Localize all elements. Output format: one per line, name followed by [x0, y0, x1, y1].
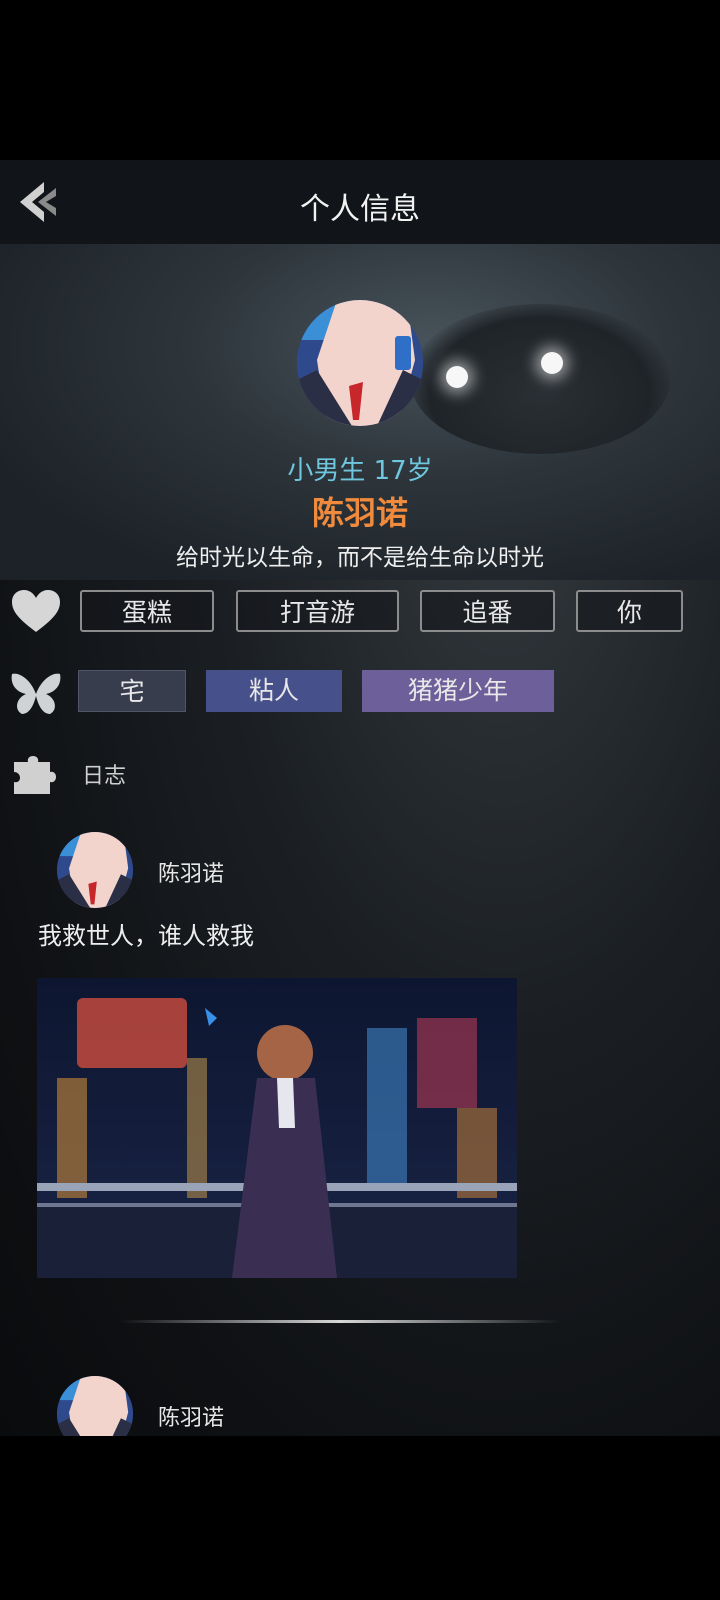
creature-eye-right	[541, 352, 563, 374]
profile-avatar[interactable]	[297, 300, 423, 426]
post-image[interactable]	[37, 978, 517, 1278]
trait-tag-otaku[interactable]: 宅	[78, 670, 186, 712]
heart-icon	[12, 590, 60, 632]
page-title: 个人信息	[300, 192, 420, 227]
hobby-tag-cake[interactable]: 蛋糕	[80, 590, 214, 632]
post-author-name[interactable]: 陈羽诺	[158, 1400, 224, 1432]
avatar-illustration	[297, 300, 423, 426]
creature-eye-left	[446, 366, 468, 388]
avatar-illustration	[57, 1376, 133, 1436]
post-author-name[interactable]: 陈羽诺	[158, 856, 224, 888]
user-motto: 给时光以生命，而不是给生命以时光	[176, 545, 544, 571]
post-author-avatar[interactable]	[57, 1376, 133, 1436]
journal-section-header: 日志	[0, 744, 720, 804]
hobby-tag-anime[interactable]: 追番	[420, 590, 555, 632]
post-text: 我救世人，谁人救我	[38, 922, 254, 950]
hobby-tag-rhythm-game[interactable]: 打音游	[236, 590, 399, 632]
post-divider	[120, 1320, 560, 1323]
puzzle-piece-icon	[14, 756, 56, 794]
app-header: 个人信息	[0, 160, 720, 244]
avatar-illustration	[57, 832, 133, 908]
post-author-avatar[interactable]	[57, 832, 133, 908]
system-nav-bar	[0, 1436, 720, 1600]
hobby-tag-you[interactable]: 你	[576, 590, 683, 632]
butterfly-icon	[11, 673, 61, 714]
personality-row: 宅 粘人 猪猪少年	[0, 664, 720, 724]
profile-content: 小男生 17岁 陈羽诺 给时光以生命，而不是给生命以时光 蛋糕 打音游 追番 你…	[0, 244, 720, 1436]
status-bar	[0, 0, 720, 160]
profile-banner: 小男生 17岁 陈羽诺 给时光以生命，而不是给生命以时光	[0, 244, 720, 580]
user-name: 陈羽诺	[311, 494, 408, 532]
user-gender-age: 小男生 17岁	[287, 456, 433, 486]
post-illustration	[37, 978, 517, 1278]
trait-tag-clingy[interactable]: 粘人	[206, 670, 342, 712]
hobbies-row: 蛋糕 打音游 追番 你	[0, 584, 720, 644]
trait-tag-piggy-boy[interactable]: 猪猪少年	[362, 670, 554, 712]
journal-label: 日志	[82, 764, 127, 789]
